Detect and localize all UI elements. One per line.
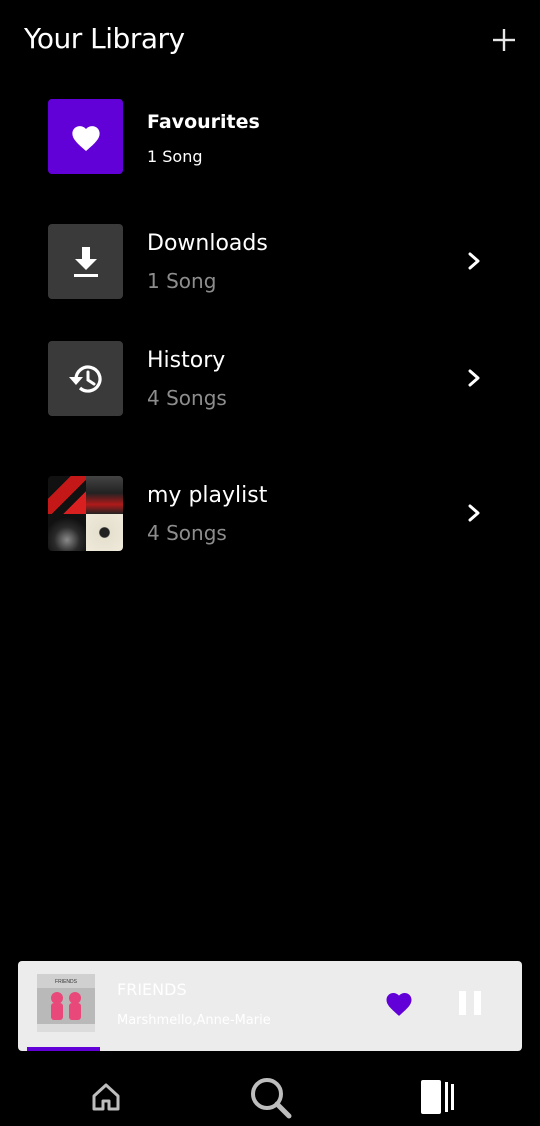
library-item-count: 1 Song (147, 147, 203, 166)
plus-icon (493, 29, 515, 51)
add-button[interactable] (490, 26, 518, 54)
library-item-count: 4 Songs (147, 521, 227, 545)
album-cover-text: FRIENDS (55, 979, 78, 985)
library-item-count: 1 Song (147, 269, 217, 293)
download-icon (73, 246, 98, 277)
library-item-my-playlist[interactable]: my playlist 4 Songs (0, 476, 540, 556)
progress-fill (27, 1047, 100, 1051)
downloads-thumbnail (48, 224, 123, 299)
bottom-navigation (0, 1062, 540, 1126)
pause-button[interactable] (458, 990, 482, 1016)
album-art-2 (85, 476, 123, 514)
library-item-downloads[interactable]: Downloads 1 Song (0, 224, 540, 304)
chevron-right-icon (468, 504, 480, 522)
playback-progress[interactable] (27, 1047, 513, 1051)
heart-icon (386, 993, 412, 1016)
library-item-name: my playlist (147, 483, 268, 508)
library-icon (421, 1080, 454, 1114)
library-item-name: Favourites (147, 111, 260, 133)
home-icon (92, 1083, 120, 1111)
pause-icon (459, 991, 481, 1015)
favourites-thumbnail (48, 99, 123, 174)
library-item-count: 4 Songs (147, 386, 227, 410)
like-button[interactable] (384, 989, 414, 1017)
history-icon (68, 365, 102, 393)
search-icon (251, 1078, 292, 1119)
heart-icon (71, 125, 100, 151)
album-art-3 (48, 513, 86, 551)
now-playing-title: FRIENDS (117, 980, 187, 999)
playlist-collage (48, 476, 123, 551)
chevron-right-icon (468, 252, 480, 270)
library-item-name: Downloads (147, 231, 268, 256)
page-title: Your Library (24, 22, 185, 55)
album-art-4 (85, 513, 123, 551)
library-item-history[interactable]: History 4 Songs (0, 341, 540, 421)
nav-search[interactable] (245, 1072, 295, 1122)
now-playing-album-art: FRIENDS (37, 974, 95, 1032)
now-playing-artist: Marshmello,Anne-Marie (117, 1013, 271, 1028)
chevron-right-icon (468, 369, 480, 387)
nav-home[interactable] (81, 1072, 131, 1122)
nav-library[interactable] (410, 1072, 460, 1122)
library-item-favourites[interactable]: Favourites 1 Song (0, 99, 540, 179)
mini-player[interactable]: FRIENDS FRIENDS Marshmello,Anne-Marie (18, 961, 522, 1051)
album-art-attention (48, 476, 86, 514)
library-item-name: History (147, 348, 226, 373)
library-page: Your Library Favourites 1 Song Downloads… (0, 0, 540, 1126)
history-thumbnail (48, 341, 123, 416)
header: Your Library (0, 0, 540, 82)
